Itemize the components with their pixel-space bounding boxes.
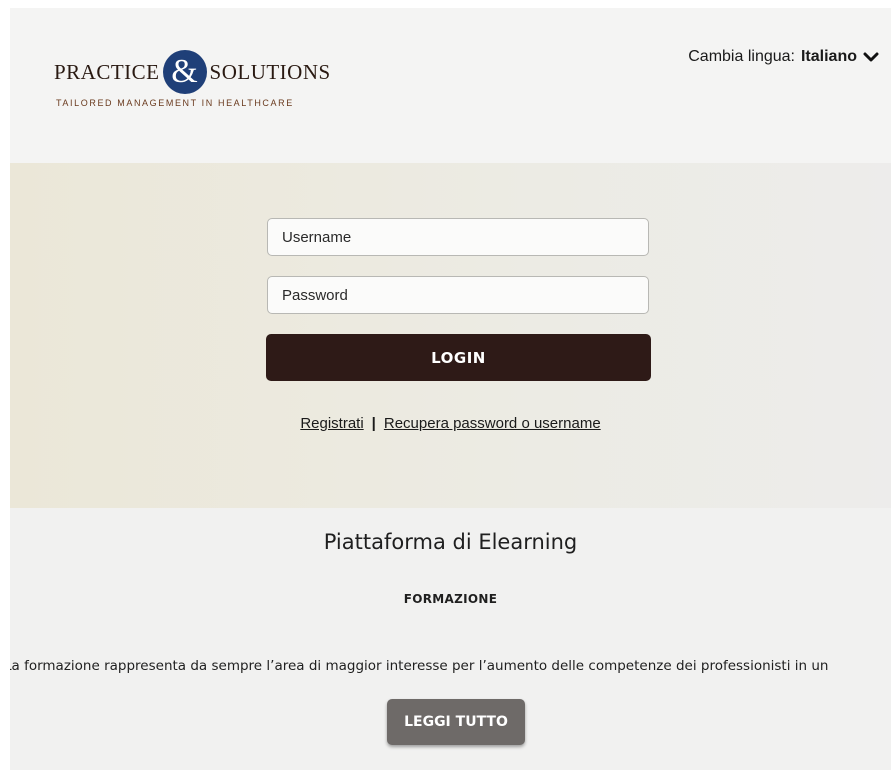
- logo-word-practice: Practice: [54, 59, 160, 84]
- chevron-down-icon[interactable]: [863, 51, 879, 63]
- read-more-button[interactable]: LEGGI TUTTO: [387, 699, 525, 745]
- recover-password-link[interactable]: Recupera password o username: [384, 415, 601, 432]
- logo-tagline: TAILORED MANAGEMENT IN HEALTHCARE: [56, 98, 294, 108]
- language-label: Cambia lingua:: [688, 48, 795, 65]
- login-button[interactable]: LOGIN: [266, 334, 651, 381]
- logo-ampersand-icon: &: [162, 50, 207, 94]
- auth-links: Registrati | Recupera password o username: [10, 415, 891, 432]
- username-input[interactable]: [267, 218, 649, 256]
- brand-logo[interactable]: Practice & Solutions TAILORED MANAGEMENT…: [54, 50, 364, 120]
- link-separator: |: [371, 415, 376, 432]
- section-excerpt: La formazione rappresenta da sempre l’ar…: [10, 658, 829, 674]
- logo-wordmark: Practice & Solutions: [54, 50, 331, 94]
- password-input[interactable]: [267, 276, 649, 314]
- register-link[interactable]: Registrati: [300, 415, 363, 432]
- logo-word-solutions: Solutions: [209, 59, 331, 84]
- page: Practice & Solutions TAILORED MANAGEMENT…: [10, 8, 891, 770]
- content-section: Piattaforma di Elearning FORMAZIONE La f…: [10, 508, 891, 770]
- header: Practice & Solutions TAILORED MANAGEMENT…: [10, 8, 891, 163]
- language-value[interactable]: Italiano: [801, 48, 857, 66]
- login-panel: LOGIN Registrati | Recupera password o use…: [10, 163, 891, 508]
- page-title: Piattaforma di Elearning: [323, 530, 578, 554]
- section-subtitle: FORMAZIONE: [403, 592, 498, 606]
- language-selector[interactable]: Cambia lingua: Italiano: [688, 48, 879, 66]
